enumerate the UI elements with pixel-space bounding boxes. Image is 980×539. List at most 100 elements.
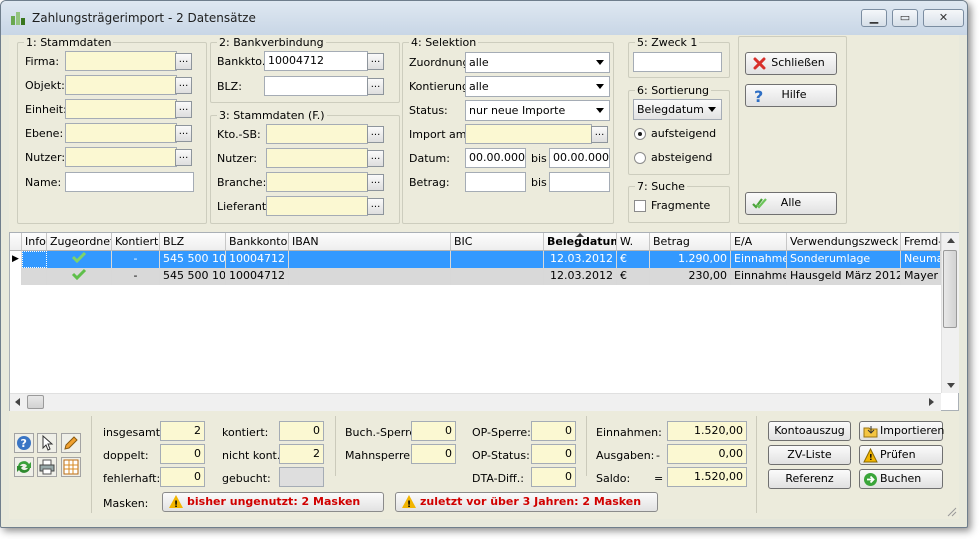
cell-verwendungszweck[interactable]: Sonderumlage [787,251,901,268]
zvliste-button[interactable]: ZV-Liste [768,445,851,465]
cell-kontiert[interactable]: - [112,268,160,285]
objekt-field[interactable] [65,75,177,95]
blz-field[interactable] [264,76,368,96]
column-header[interactable]: Betrag [650,233,731,251]
zweck-field[interactable] [633,52,722,72]
kto-sb-field[interactable] [266,124,368,144]
hscroll-thumb[interactable] [27,395,44,409]
scroll-up-icon[interactable] [947,238,955,243]
nutzer-f-field[interactable] [266,148,368,168]
cell-waehrung[interactable]: € [617,251,650,268]
lieferant-field[interactable] [266,196,368,216]
scroll-down-icon[interactable] [947,383,955,388]
bankkto-field[interactable]: 10004712 [264,51,368,71]
cell-belegdatum[interactable]: 12.03.2012 [544,251,617,268]
cell-betrag[interactable]: 230,00 [650,268,731,285]
cell-info[interactable] [22,268,47,285]
ebene-field[interactable] [65,123,177,143]
resize-grip-icon[interactable] [947,507,957,517]
masken-old-button[interactable]: zuletzt vor über 3 Jahren: 2 Masken [395,492,658,514]
kto-sb-lookup-button[interactable]: ... [367,126,384,143]
ebene-lookup-button[interactable]: ... [175,125,192,142]
table-row[interactable]: - 545 500 10 10004712 12.03.2012 € 230,0… [10,268,941,285]
column-header[interactable]: BLZ [160,233,226,251]
cell-iban[interactable] [289,251,451,268]
column-header[interactable]: Fremd-N [901,233,941,251]
cell-ea[interactable]: Einnahme [731,268,787,285]
cell-belegdatum[interactable]: 12.03.2012 [544,268,617,285]
aufsteigend-radio[interactable] [634,128,646,140]
column-header[interactable]: BIC [451,233,544,251]
kontierung-select[interactable]: alle [465,76,610,97]
cell-blz[interactable]: 545 500 10 [160,268,226,285]
pointer-button[interactable] [37,433,57,453]
einheit-field[interactable] [65,99,177,119]
referenz-button[interactable]: Referenz [768,469,851,489]
refresh-button[interactable] [14,457,34,477]
zuordnung-select[interactable]: alle [465,52,610,73]
vertical-scrollbar[interactable] [941,233,959,393]
maximize-button[interactable]: ▭ [892,9,918,27]
title-bar[interactable]: Zahlungsträgerimport - 2 Datensätze ▁ ▭ … [1,1,967,35]
edit-button[interactable] [61,433,81,453]
nutzer-lookup-button[interactable]: ... [175,149,192,166]
cell-info[interactable] [22,251,47,268]
cell-bankkonto[interactable]: 10004712 [226,251,289,268]
cell-bankkonto[interactable]: 10004712 [226,268,289,285]
cell-blz[interactable]: 545 500 10 [160,251,226,268]
pruefen-button[interactable]: ! Prüfen [859,445,943,465]
firma-lookup-button[interactable]: ... [175,53,192,70]
column-header[interactable]: Bankkonto [226,233,289,251]
einheit-lookup-button[interactable]: ... [175,101,192,118]
alle-button[interactable]: Alle [745,192,837,215]
cell-waehrung[interactable]: € [617,268,650,285]
column-header[interactable]: Info [22,233,47,251]
datum-from-field[interactable]: 00.00.0000 [465,148,526,168]
objekt-lookup-button[interactable]: ... [175,77,192,94]
minimize-button[interactable]: ▁ [861,9,887,27]
scroll-right-icon[interactable] [929,398,934,406]
hilfe-button[interactable]: ? Hilfe [745,84,837,107]
lieferant-lookup-button[interactable]: ... [367,198,384,215]
cell-verwendungszweck[interactable]: Hausgeld März 2012 [787,268,901,285]
column-header[interactable]: Kontiert [112,233,160,251]
column-header[interactable]: Zugeordnet [47,233,112,251]
import-lookup-button[interactable]: ... [591,126,608,143]
cell-fremd[interactable]: Mayer [901,268,941,285]
horizontal-scrollbar[interactable] [10,393,941,411]
table-row[interactable]: ▶ - 545 500 10 10004712 12.03.2012 € 1.2… [10,251,941,268]
nutzer-f-lookup-button[interactable]: ... [367,150,384,167]
schliessen-button[interactable]: Schließen [745,52,837,75]
kontoauszug-button[interactable]: Kontoauszug [768,421,851,441]
nutzer-field[interactable] [65,147,177,167]
branche-lookup-button[interactable]: ... [367,174,384,191]
cell-bic[interactable] [451,268,544,285]
betrag-from-field[interactable] [465,172,526,192]
column-header[interactable]: E/A [731,233,787,251]
column-header[interactable]: W. [617,233,650,251]
firma-field[interactable] [65,51,177,71]
close-window-button[interactable]: ✕ [923,9,964,27]
importieren-button[interactable]: Importieren [859,421,944,441]
cell-iban[interactable] [289,268,451,285]
column-header[interactable]: IBAN [289,233,451,251]
cell-bic[interactable] [451,251,544,268]
scroll-thumb[interactable] [943,250,957,328]
import-table[interactable]: Info Zugeordnet Kontiert BLZ Bankkonto I… [9,232,959,411]
bankkto-lookup-button[interactable]: ... [367,53,384,70]
cell-betrag[interactable]: 1.290,00 [650,251,731,268]
datum-to-field[interactable]: 00.00.0000 [549,148,610,168]
import-field[interactable] [465,124,592,144]
grid-settings-button[interactable] [61,457,81,477]
absteigend-radio[interactable] [634,152,646,164]
branche-field[interactable] [266,172,368,192]
sortierung-select[interactable]: Belegdatum [633,99,722,120]
status-select[interactable]: nur neue Importe [465,100,610,121]
name-field[interactable] [65,172,194,192]
column-header[interactable]: Verwendungszweck [787,233,901,251]
blz-lookup-button[interactable]: ... [367,78,384,95]
buchen-button[interactable]: Buchen [859,469,943,489]
scroll-left-icon[interactable] [15,398,20,406]
masken-unused-button[interactable]: bisher ungenutzt: 2 Masken [162,492,384,514]
help-small-button[interactable]: ? [14,433,34,453]
